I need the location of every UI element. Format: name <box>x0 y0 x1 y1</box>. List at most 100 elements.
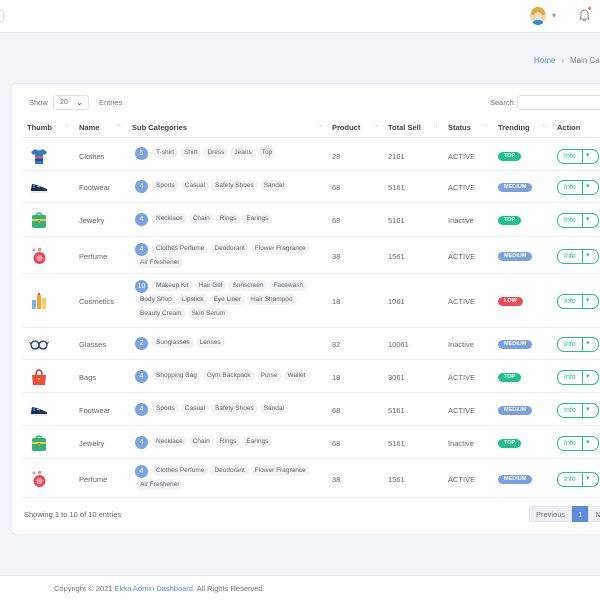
sort-icon[interactable]: ↑↓ <box>317 122 322 129</box>
info-button[interactable]: Info ▾ <box>557 149 599 164</box>
caret-down-icon[interactable]: ▾ <box>586 372 590 380</box>
column-header-thumb[interactable]: Thumb <box>27 123 52 132</box>
table-header: Thumb ↑↓ Name ↑↓ Sub Categories ↑↓ Produ… <box>23 118 600 138</box>
divider <box>582 250 583 263</box>
page-size-select[interactable]: 20 ⌄ <box>53 95 89 110</box>
sort-icon[interactable]: ↑↓ <box>483 122 488 129</box>
caret-down-icon[interactable]: ▾ <box>586 251 590 259</box>
subcategory-chip: Flower Fragrance <box>250 243 310 254</box>
column-header-name[interactable]: Name <box>79 123 99 132</box>
subcategory-chip: Earings <box>242 213 273 224</box>
page-footer: Copyright © 2021 Ekka Admin Dashboard. A… <box>0 575 600 600</box>
caret-down-icon[interactable]: ▾ <box>586 405 590 413</box>
subcategory-chip: Necklace <box>152 213 187 224</box>
caret-down-icon[interactable]: ▾ <box>586 339 590 347</box>
column-header-total-sell[interactable]: Total Sell <box>388 123 421 132</box>
caret-down-icon[interactable]: ▾ <box>586 151 590 159</box>
breadcrumb-home-link[interactable]: Home <box>534 56 555 65</box>
sort-icon[interactable]: ↑↓ <box>64 122 69 129</box>
search-input[interactable] <box>517 95 600 110</box>
trending-badge: MEDIUM <box>498 183 533 192</box>
caret-down-icon[interactable]: ▾ <box>586 438 590 446</box>
info-button[interactable]: Info ▾ <box>557 436 599 451</box>
total-sell: 3061 <box>388 373 405 382</box>
breadcrumb-separator: › <box>561 56 565 65</box>
sort-icon[interactable]: ↑↓ <box>116 122 121 129</box>
subcategory-list: 4 Clothes Perfume Deodorant Flower Fragranc… <box>135 242 320 270</box>
sidebar-toggle[interactable] <box>0 10 4 22</box>
subcategory-chip: Air Freshener <box>136 257 184 268</box>
subcategory-count-badge: 4 <box>135 402 148 416</box>
table-row: Footwear 4 Sports Casual Safety Shoes Sandal 6… <box>23 393 600 426</box>
handbag-icon <box>29 367 49 387</box>
subcategory-chip: Top <box>257 147 277 158</box>
next-page-button[interactable]: Ne <box>588 506 600 522</box>
subcategory-chip: Casual <box>180 403 210 414</box>
product-count: 18 <box>332 297 341 306</box>
sneaker-icon <box>29 400 49 420</box>
column-header-status[interactable]: Status <box>448 123 471 132</box>
column-header-product[interactable]: Product <box>332 123 360 132</box>
category-name: Bags <box>79 373 97 382</box>
subcategory-count-badge: 10 <box>135 279 148 293</box>
jewelry-box-icon <box>29 433 49 453</box>
product-count: 82 <box>332 340 341 349</box>
sort-icon[interactable]: ↑↓ <box>373 122 378 129</box>
info-button[interactable]: Info ▾ <box>557 472 599 487</box>
subcategory-chip: Makeup Kit <box>152 280 193 291</box>
subcategory-chip: Sandal <box>259 180 288 191</box>
sort-icon[interactable]: ↑↓ <box>542 122 547 129</box>
info-button[interactable]: Info ▾ <box>557 370 599 385</box>
status-text: Inactive <box>448 340 474 349</box>
status-text: ACTIVE <box>448 373 476 382</box>
page-1-button[interactable]: 1 <box>572 506 589 522</box>
status-text: ACTIVE <box>448 152 476 161</box>
search-label: Search: <box>490 98 516 107</box>
subcategory-count-badge: 2 <box>135 336 148 350</box>
subcategory-chip: Beauty Cream <box>136 308 186 319</box>
subcategory-chip: Rings <box>215 213 241 224</box>
info-button[interactable]: Info ▾ <box>557 403 599 418</box>
page-size-value: 20 <box>60 99 68 106</box>
chevron-down-icon[interactable]: ▾ <box>552 11 556 20</box>
category-name: Jewelry <box>79 439 105 448</box>
subcategory-count-badge: 4 <box>135 369 148 383</box>
subcategory-chip: Gym Backpack <box>202 370 255 381</box>
category-name: Perfume <box>79 475 108 484</box>
info-button[interactable]: Info ▾ <box>557 249 599 264</box>
table-row: Perfume 4 Clothes Perfume Deodorant Flower F… <box>23 459 600 498</box>
status-text: ACTIVE <box>448 252 476 261</box>
subcategory-list: 5 T-shirt Shirt Dress Jeans Top <box>135 146 320 160</box>
subcategory-chip: Earings <box>242 436 273 447</box>
caret-down-icon[interactable]: ▾ <box>586 215 590 223</box>
info-button[interactable]: Info ▾ <box>557 180 599 195</box>
column-header-trending[interactable]: Trending <box>498 123 530 132</box>
subcategory-chip: Chain <box>188 213 214 224</box>
subcategory-chip: Sports <box>152 403 179 414</box>
sort-icon[interactable]: ↑↓ <box>433 122 438 129</box>
info-button[interactable]: Info ▾ <box>557 337 599 352</box>
column-header-sub-categories[interactable]: Sub Categories <box>132 123 187 132</box>
bell-icon[interactable] <box>579 6 592 22</box>
caret-down-icon[interactable]: ▾ <box>586 182 590 190</box>
caret-down-icon[interactable]: ▾ <box>586 474 590 482</box>
status-text: ACTIVE <box>448 406 476 415</box>
product-count: 68 <box>332 406 341 415</box>
caret-down-icon[interactable]: ▾ <box>586 296 590 304</box>
sneaker-icon <box>29 177 49 197</box>
subcategory-list: 2 Sunglasses Lenses <box>135 336 320 350</box>
dashboard-link[interactable]: Ekka Admin Dashboard <box>115 584 193 593</box>
status-text: ACTIVE <box>448 475 476 484</box>
previous-page-button[interactable]: Previous <box>529 506 573 522</box>
info-button[interactable]: Info ▾ <box>557 294 599 309</box>
column-header-action[interactable]: Action <box>557 123 580 132</box>
product-count: 38 <box>332 252 341 261</box>
divider <box>582 404 583 417</box>
entries-label: Entries <box>99 98 123 107</box>
info-button[interactable]: Info ▾ <box>557 213 599 228</box>
user-avatar[interactable] <box>530 7 546 25</box>
status-text: Inactive <box>448 439 474 448</box>
showing-entries-info: Showing 1 to 10 of 10 entries <box>24 510 122 519</box>
chevron-down-icon: ⌄ <box>76 98 83 107</box>
subcategory-chip: Safety Shoes <box>211 403 258 414</box>
